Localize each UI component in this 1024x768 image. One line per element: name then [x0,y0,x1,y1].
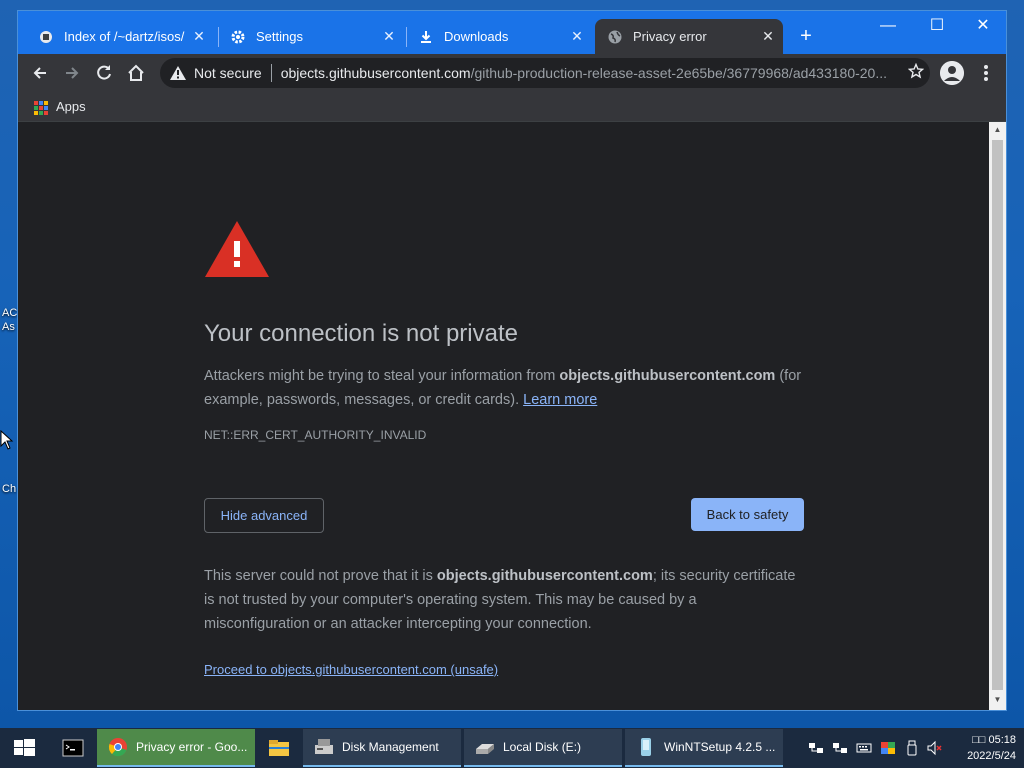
taskbar-item-label: WinNTSetup 4.2.5 ... [664,740,776,754]
desktop-icon-label-fragment[interactable]: Ch [2,483,16,495]
chrome-icon [108,738,127,757]
warning-triangle-icon [205,221,269,277]
scroll-up-arrow-icon[interactable]: ▲ [992,125,1003,137]
forward-button[interactable] [58,59,86,87]
taskbar-local-disk[interactable]: Local Disk (E:) [464,729,622,767]
reload-icon [97,65,111,80]
clock-date: 2022/5/24 [967,750,1016,762]
taskbar: Privacy error - Goo... Disk Management L… [0,728,1024,768]
reload-button[interactable] [90,59,118,87]
speaker-muted-icon[interactable] [926,740,942,756]
taskbar-item-label: Local Disk (E:) [503,740,582,754]
address-bar[interactable]: Not secure objects.githubusercontent.com… [160,58,930,88]
learn-more-link[interactable]: Learn more [523,392,597,408]
start-button[interactable] [0,728,48,768]
close-icon[interactable]: ✕ [380,28,398,45]
scrollbar-thumb[interactable] [992,140,1003,690]
url-path[interactable]: /github-production-release-asset-2e65be/… [471,65,902,81]
bookmarks-bar: Apps [18,92,1006,122]
display-color-icon[interactable] [880,740,896,756]
warning-triangle-icon[interactable] [170,66,186,80]
apps-grid-icon[interactable] [34,101,48,115]
back-button[interactable] [26,59,54,87]
terminal-icon [62,739,84,757]
globe-icon [607,29,623,45]
usb-drive-icon[interactable] [904,740,920,756]
drive-icon [476,744,494,754]
apps-bookmark[interactable]: Apps [56,99,86,114]
tab-index-of-isos[interactable]: Index of /~dartz/isos/ ✕ [26,19,214,54]
arrow-left-icon [33,67,46,79]
details-text: This server could not prove that it is [204,568,437,584]
explanation-host: objects.githubusercontent.com [559,368,776,384]
taskbar-winntsetup[interactable]: WinNTSetup 4.2.5 ... [625,729,783,767]
scroll-down-arrow-icon[interactable]: ▼ [992,695,1003,707]
minimize-button[interactable]: — [865,15,911,37]
explanation-paragraph: Attackers might be trying to steal your … [204,364,814,412]
tab-title: Index of /~dartz/isos/ [64,29,185,44]
gear-icon [230,29,246,45]
browser-window: Index of /~dartz/isos/ ✕ Settings ✕ Down… [17,10,1007,711]
tab-settings[interactable]: Settings ✕ [218,19,404,54]
star-icon[interactable] [902,62,930,84]
home-button[interactable] [122,59,150,87]
taskbar-clock[interactable]: □□ 05:18 2022/5/24 [950,732,1016,764]
system-tray [806,728,946,768]
arrow-right-icon [66,67,79,79]
new-tab-button[interactable]: + [794,25,818,49]
network-icon[interactable] [808,740,824,756]
disk-management-icon [315,739,333,754]
home-icon [128,64,144,81]
tab-title: Settings [256,29,303,44]
windows-logo-icon [14,739,35,756]
not-secure-label[interactable]: Not secure [194,65,262,81]
browser-toolbar: Not secure objects.githubusercontent.com… [18,54,1006,92]
hide-advanced-button[interactable]: Hide advanced [204,498,324,533]
omnibox-separator [270,64,272,82]
vertical-scrollbar[interactable]: ▲ ▼ [989,122,1006,710]
details-paragraph: This server could not prove that it is o… [204,564,804,636]
keyboard-icon[interactable] [856,740,872,756]
network-icon[interactable] [832,740,848,756]
tab-title: Privacy error [633,29,707,44]
desktop-icon-label-fragment[interactable]: As [2,321,15,333]
taskbar-file-explorer[interactable] [258,729,300,767]
tab-title: Downloads [444,29,509,44]
mouse-cursor-icon [0,430,14,450]
error-code[interactable]: NET::ERR_CERT_AUTHORITY_INVALID [204,428,426,442]
file-explorer-icon [269,740,289,756]
taskbar-chrome[interactable]: Privacy error - Goo... [97,729,255,767]
desktop-icon-label-fragment[interactable]: AC [2,307,17,319]
close-icon[interactable]: ✕ [190,28,208,45]
more-menu-button[interactable] [976,59,996,87]
proceed-unsafe-link[interactable]: Proceed to objects.githubusercontent.com… [204,662,498,677]
close-window-button[interactable]: ✕ [960,15,1006,37]
taskbar-item-label: Privacy error - Goo... [136,740,248,754]
taskbar-terminal[interactable] [52,729,92,767]
explanation-text: Attackers might be trying to steal your … [204,368,560,384]
tab-downloads[interactable]: Downloads ✕ [406,19,592,54]
maximize-button[interactable]: ☐ [914,15,960,37]
taskbar-item-label: Disk Management [342,740,439,754]
profile-avatar-icon[interactable] [940,61,964,85]
page-content: Your connection is not private Attackers… [18,122,988,710]
winntsetup-icon [641,738,651,756]
details-host: objects.githubusercontent.com [436,568,653,584]
tab-privacy-error[interactable]: Privacy error ✕ [595,19,783,54]
tab-strip: Index of /~dartz/isos/ ✕ Settings ✕ Down… [18,11,1006,54]
back-to-safety-button[interactable]: Back to safety [691,498,804,531]
page-icon [38,29,54,45]
taskbar-disk-management[interactable]: Disk Management [303,729,461,767]
download-icon [418,29,434,45]
url-host[interactable]: objects.githubusercontent.com [281,65,471,81]
vertical-dots-icon [984,65,988,81]
close-icon[interactable]: ✕ [568,28,586,45]
close-icon[interactable]: ✕ [759,28,777,45]
page-title: Your connection is not private [204,320,518,347]
clock-time: □□ 05:18 [972,734,1016,746]
